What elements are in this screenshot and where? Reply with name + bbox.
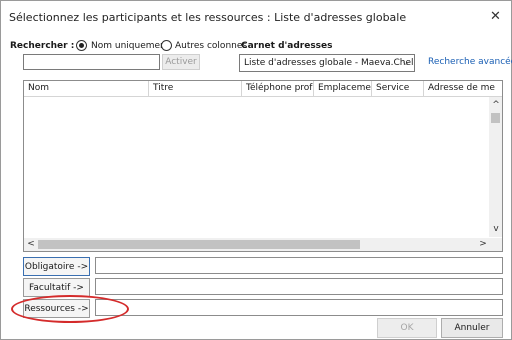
optional-button[interactable]: Facultatif -> (23, 278, 90, 297)
column-header-email[interactable]: Adresse de me (424, 81, 502, 96)
advanced-search-link[interactable]: Recherche avancée (428, 57, 512, 67)
ok-button[interactable]: OK (377, 318, 437, 338)
scroll-right-arrow-icon[interactable]: > (477, 239, 489, 249)
search-input[interactable] (23, 54, 160, 70)
cancel-button[interactable]: Annuler (441, 318, 503, 338)
address-book-label: Carnet d'adresses (241, 41, 333, 51)
radio-other-columns-label: Autres colonnes (175, 41, 248, 51)
column-header-name[interactable]: Nom (24, 81, 149, 96)
column-header-phone[interactable]: Téléphone profe… (242, 81, 314, 96)
header-divider (24, 96, 502, 97)
scroll-down-arrow-icon[interactable]: v (490, 224, 502, 234)
activate-button[interactable]: Activer (162, 54, 200, 70)
address-book-value: Liste d'adresses globale - Maeva.Chelly@… (244, 58, 415, 68)
vertical-scroll-thumb[interactable] (491, 113, 500, 123)
radio-other-columns[interactable] (161, 40, 172, 51)
required-button[interactable]: Obligatoire -> (23, 257, 90, 276)
resources-field[interactable] (95, 299, 503, 316)
address-list[interactable]: Nom Titre Téléphone profe… Emplacement S… (23, 80, 503, 252)
close-icon[interactable]: ✕ (490, 9, 501, 24)
required-field[interactable] (95, 257, 503, 274)
scroll-left-arrow-icon[interactable]: < (25, 239, 37, 249)
chevron-down-icon: ⌵ (402, 58, 410, 68)
radio-name-only-label: Nom uniquement (91, 41, 170, 51)
radio-name-only[interactable] (76, 40, 87, 51)
optional-field[interactable] (95, 278, 503, 295)
column-header-title[interactable]: Titre (149, 81, 242, 96)
dialog-title: Sélectionnez les participants et les res… (9, 11, 407, 24)
search-label: Rechercher : (10, 41, 75, 51)
column-header-service[interactable]: Service (372, 81, 424, 96)
highlight-ellipse (11, 295, 129, 323)
column-header-location[interactable]: Emplacement (314, 81, 372, 96)
address-book-select[interactable]: Liste d'adresses globale - Maeva.Chelly@… (239, 54, 415, 72)
horizontal-scroll-thumb[interactable] (38, 240, 360, 249)
scroll-up-arrow-icon[interactable]: ^ (490, 100, 502, 110)
